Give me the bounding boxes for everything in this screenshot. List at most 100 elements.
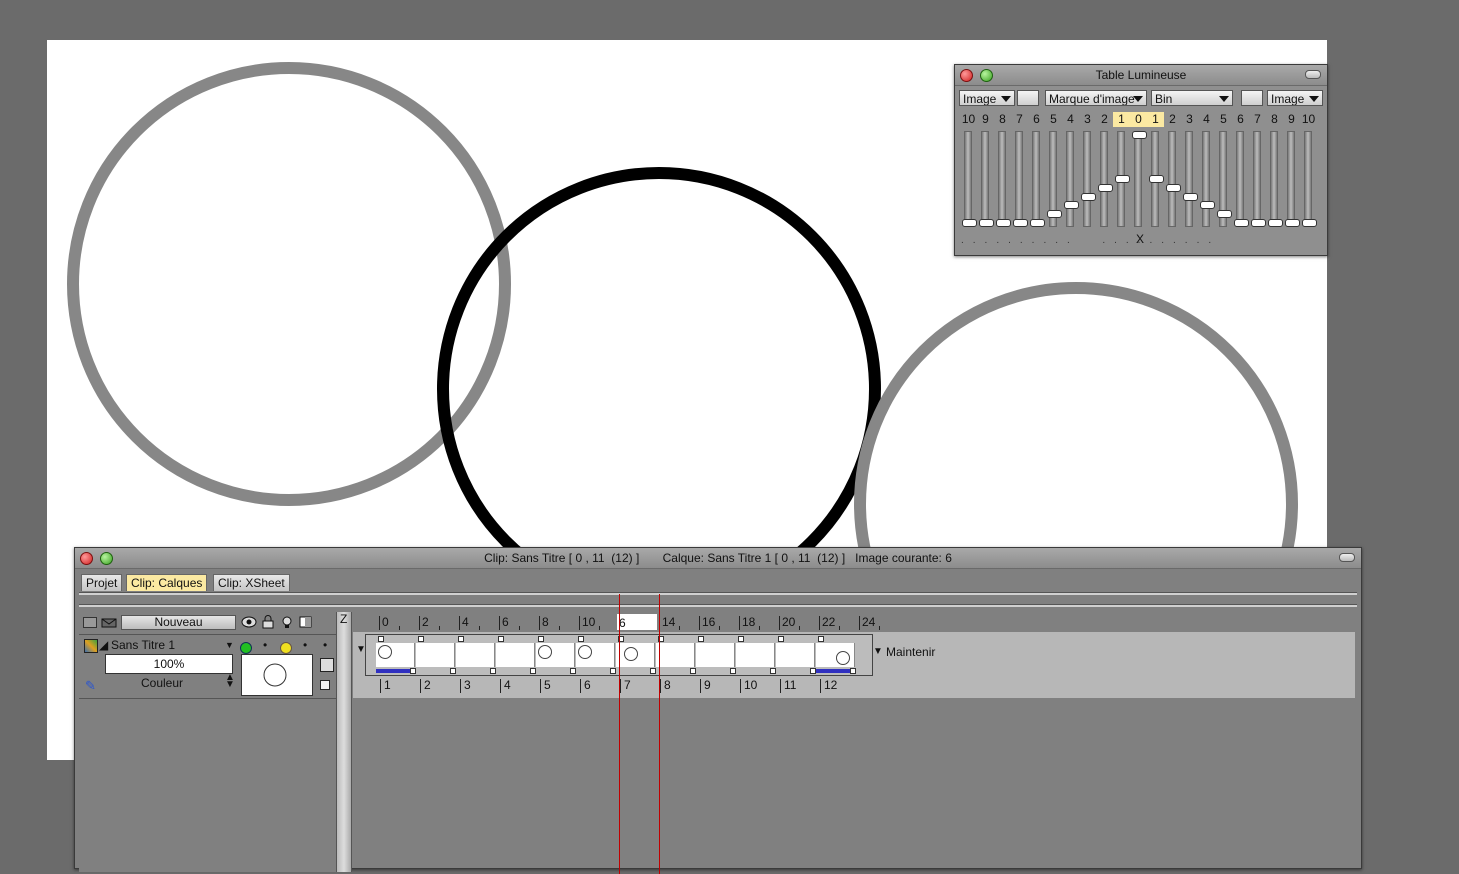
frame-handle-top[interactable] xyxy=(818,636,824,642)
light-table-number-right-0[interactable]: 1 xyxy=(1147,112,1164,127)
timeline-window[interactable]: Clip: Sans Titre [ 0 , 11 (12) ] Calque:… xyxy=(74,547,1362,874)
light-table-number-left-9[interactable]: 1 xyxy=(1113,112,1130,127)
slider-track-center[interactable] xyxy=(1134,131,1142,227)
slider-knob-right-9[interactable] xyxy=(1302,219,1317,227)
right-blank-button[interactable] xyxy=(1241,90,1263,106)
tab-clip-calques[interactable]: Clip: Calques xyxy=(126,574,208,591)
collapse-icon[interactable] xyxy=(1339,553,1355,562)
light-table-window[interactable]: Table Lumineuse Image Marque d'image Bin… xyxy=(954,64,1328,256)
frame-handle-top[interactable] xyxy=(578,636,584,642)
light-table-number-right-6[interactable]: 7 xyxy=(1249,112,1266,127)
light-table-number-left-1[interactable]: 9 xyxy=(977,112,994,127)
eye-icon[interactable] xyxy=(241,615,257,630)
zoom-icon[interactable] xyxy=(100,552,113,565)
slider-knob-right-2[interactable] xyxy=(1183,192,1198,201)
light-dot[interactable] xyxy=(280,642,292,654)
zoom-icon[interactable] xyxy=(980,69,993,82)
frame-handle-bottom[interactable] xyxy=(850,668,856,674)
slider-knob-right-8[interactable] xyxy=(1285,219,1300,227)
slider-knob-left-5[interactable] xyxy=(1047,210,1062,219)
slider-knob-right-4[interactable] xyxy=(1217,210,1232,219)
folder-icon[interactable] xyxy=(83,617,97,628)
slider-knob-left-6[interactable] xyxy=(1064,201,1079,210)
slider-track-left-3[interactable] xyxy=(1015,131,1023,227)
slider-track-left-6[interactable] xyxy=(1066,131,1074,227)
frame-handle-bottom[interactable] xyxy=(730,668,736,674)
slider-knob-left-1[interactable] xyxy=(979,219,994,227)
color-dot[interactable]: • xyxy=(303,638,307,652)
frame-handle-top[interactable] xyxy=(778,636,784,642)
frame-cell[interactable] xyxy=(456,643,495,667)
slider-track-left-0[interactable] xyxy=(964,131,972,227)
layer-name[interactable]: Sans Titre 1 xyxy=(111,638,175,652)
up-down-arrows-icon[interactable]: ▲ ▼ xyxy=(225,673,235,690)
light-table-number-right-1[interactable]: 2 xyxy=(1164,112,1181,127)
frame-handle-bottom[interactable] xyxy=(610,668,616,674)
light-table-number-right-4[interactable]: 5 xyxy=(1215,112,1232,127)
frame-handle-top[interactable] xyxy=(698,636,704,642)
slider-knob-right-3[interactable] xyxy=(1200,201,1215,210)
frame-handle-top[interactable] xyxy=(738,636,744,642)
slider-track-right-7[interactable] xyxy=(1270,131,1278,227)
slider-knob-right-5[interactable] xyxy=(1234,219,1249,227)
panel-splitter[interactable]: Z xyxy=(336,612,352,872)
slider-knob-left-0[interactable] xyxy=(962,219,977,227)
light-table-number-left-4[interactable]: 6 xyxy=(1028,112,1045,127)
frame-handle-top[interactable] xyxy=(538,636,544,642)
camera-icon[interactable] xyxy=(320,658,334,672)
frame-ruler[interactable]: 024681012141618202224 xyxy=(355,612,1355,630)
slider-knob-right-7[interactable] xyxy=(1268,219,1283,227)
slider-track-right-3[interactable] xyxy=(1202,131,1210,227)
slider-knob-left-7[interactable] xyxy=(1081,192,1096,201)
slider-knob-center[interactable] xyxy=(1132,131,1147,139)
left-mode-dropdown[interactable]: Image xyxy=(959,90,1015,106)
slider-knob-right-6[interactable] xyxy=(1251,219,1266,227)
slider-track-right-1[interactable] xyxy=(1168,131,1176,227)
slider-track-left-8[interactable] xyxy=(1100,131,1108,227)
frame-handle-bottom[interactable] xyxy=(690,668,696,674)
expand-triangle-icon[interactable]: ◢ xyxy=(99,638,108,652)
frame-handle-bottom[interactable] xyxy=(770,668,776,674)
slider-track-left-1[interactable] xyxy=(981,131,989,227)
light-bulb-icon[interactable] xyxy=(280,615,294,630)
light-table-number-left-5[interactable]: 5 xyxy=(1045,112,1062,127)
lock-icon[interactable] xyxy=(261,615,275,630)
frame-cell[interactable] xyxy=(656,643,695,667)
light-table-number-left-3[interactable]: 7 xyxy=(1011,112,1028,127)
light-table-number-left-6[interactable]: 4 xyxy=(1062,112,1079,127)
slider-knob-left-8[interactable] xyxy=(1098,183,1113,192)
color-icon[interactable] xyxy=(299,615,313,630)
extra-dot[interactable]: • xyxy=(323,638,327,652)
timeline-titlebar[interactable]: Clip: Sans Titre [ 0 , 11 (12) ] Calque:… xyxy=(75,548,1361,569)
frame-handle-top[interactable] xyxy=(458,636,464,642)
slider-knob-left-4[interactable] xyxy=(1030,219,1045,227)
collapse-icon[interactable] xyxy=(1305,70,1321,79)
frame-handle-bottom[interactable] xyxy=(530,668,536,674)
slider-track-right-6[interactable] xyxy=(1253,131,1261,227)
slider-track-left-4[interactable] xyxy=(1032,131,1040,227)
light-table-number-right-8[interactable]: 9 xyxy=(1283,112,1300,127)
slider-knob-right-1[interactable] xyxy=(1166,183,1181,192)
slider-track-right-9[interactable] xyxy=(1304,131,1312,227)
light-table-number-right-7[interactable]: 8 xyxy=(1266,112,1283,127)
frame-handle-top[interactable] xyxy=(498,636,504,642)
light-table-number-right-5[interactable]: 6 xyxy=(1232,112,1249,127)
close-icon[interactable] xyxy=(80,552,93,565)
slider-track-right-2[interactable] xyxy=(1185,131,1193,227)
slider-track-left-2[interactable] xyxy=(998,131,1006,227)
bin-dropdown[interactable]: Bin xyxy=(1151,90,1233,106)
lock-dot[interactable]: • xyxy=(263,638,267,652)
light-table-number-left-2[interactable]: 8 xyxy=(994,112,1011,127)
frame-cell[interactable] xyxy=(496,643,535,667)
slider-track-right-8[interactable] xyxy=(1287,131,1295,227)
left-blank-button[interactable] xyxy=(1017,90,1039,106)
marker-dropdown[interactable]: Marque d'image xyxy=(1045,90,1147,106)
frame-handle-top[interactable] xyxy=(418,636,424,642)
light-table-number-right-3[interactable]: 4 xyxy=(1198,112,1215,127)
frame-handle-bottom[interactable] xyxy=(410,668,416,674)
slider-knob-left-2[interactable] xyxy=(996,219,1011,227)
slider-knob-left-3[interactable] xyxy=(1013,219,1028,227)
slider-track-left-7[interactable] xyxy=(1083,131,1091,227)
frame-cell[interactable] xyxy=(736,643,775,667)
new-layer-button[interactable]: Nouveau xyxy=(121,615,236,630)
